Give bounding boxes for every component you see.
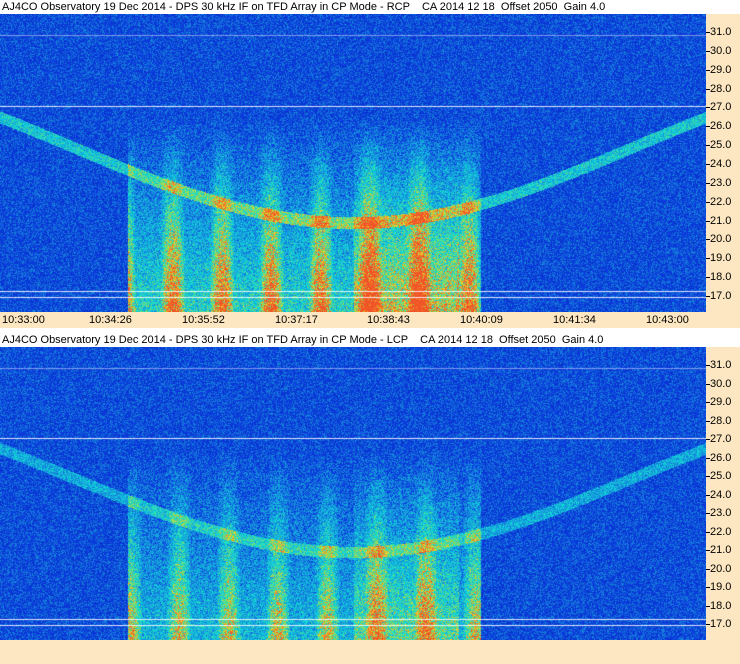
freq-label: 23.0 [710,507,732,519]
freq-label: 25.0 [710,470,732,482]
lcp-spectrogram-canvas [0,347,706,640]
freq-label: 26.0 [710,452,732,464]
lcp-frequency-axis: 31.0 30.0 29.0 28.0 27.0 26.0 25.0 24.0 23.0 22.0… [706,347,740,640]
rcp-spectrogram[interactable] [0,14,706,312]
time-label: 10:40:09 [460,314,503,326]
freq-label: 24.0 [710,158,732,170]
time-label: 10:33:00 [2,314,45,326]
rcp-spectrogram-canvas [0,14,706,312]
lcp-time-axis [0,640,740,664]
time-label: 10:37:17 [275,314,318,326]
freq-label: 24.0 [710,489,732,501]
time-label: 10:35:52 [182,314,225,326]
freq-label: 22.0 [710,526,732,538]
freq-label: 31.0 [710,359,732,371]
time-label: 10:41:34 [553,314,596,326]
freq-label: 26.0 [710,120,732,132]
freq-label: 25.0 [710,139,732,151]
freq-label: 18.0 [710,600,732,612]
freq-label: 18.0 [710,271,732,283]
freq-label: 20.0 [710,233,732,245]
freq-label: 17.0 [710,618,732,630]
lcp-spectrogram[interactable] [0,347,706,640]
time-label: 10:34:26 [89,314,132,326]
freq-label: 30.0 [710,45,732,57]
freq-label: 29.0 [710,396,732,408]
freq-label: 31.0 [710,26,732,38]
freq-label: 23.0 [710,177,732,189]
freq-label: 30.0 [710,378,732,390]
freq-label: 17.0 [710,290,732,302]
freq-label: 27.0 [710,101,732,113]
rcp-title: AJ4CO Observatory 19 Dec 2014 - DPS 30 k… [0,0,740,14]
lcp-panel: AJ4CO Observatory 19 Dec 2014 - DPS 30 k… [0,333,740,640]
time-label: 10:43:00 [646,314,689,326]
freq-label: 28.0 [710,83,732,95]
rcp-panel: AJ4CO Observatory 19 Dec 2014 - DPS 30 k… [0,0,740,328]
time-label: 10:38:43 [367,314,410,326]
freq-label: 29.0 [710,64,732,76]
freq-label: 27.0 [710,433,732,445]
lcp-title: AJ4CO Observatory 19 Dec 2014 - DPS 30 k… [0,333,740,347]
freq-label: 22.0 [710,196,732,208]
rcp-time-axis: 10:33:00 10:34:26 10:35:52 10:37:17 10:38:43… [0,312,740,328]
freq-label: 28.0 [710,415,732,427]
freq-label: 21.0 [710,544,732,556]
freq-label: 19.0 [710,252,732,264]
freq-label: 21.0 [710,215,732,227]
freq-label: 20.0 [710,563,732,575]
freq-label: 19.0 [710,581,732,593]
rcp-frequency-axis: 31.0 30.0 29.0 28.0 27.0 26.0 25.0 24.0 23.0 22.0… [706,14,740,312]
